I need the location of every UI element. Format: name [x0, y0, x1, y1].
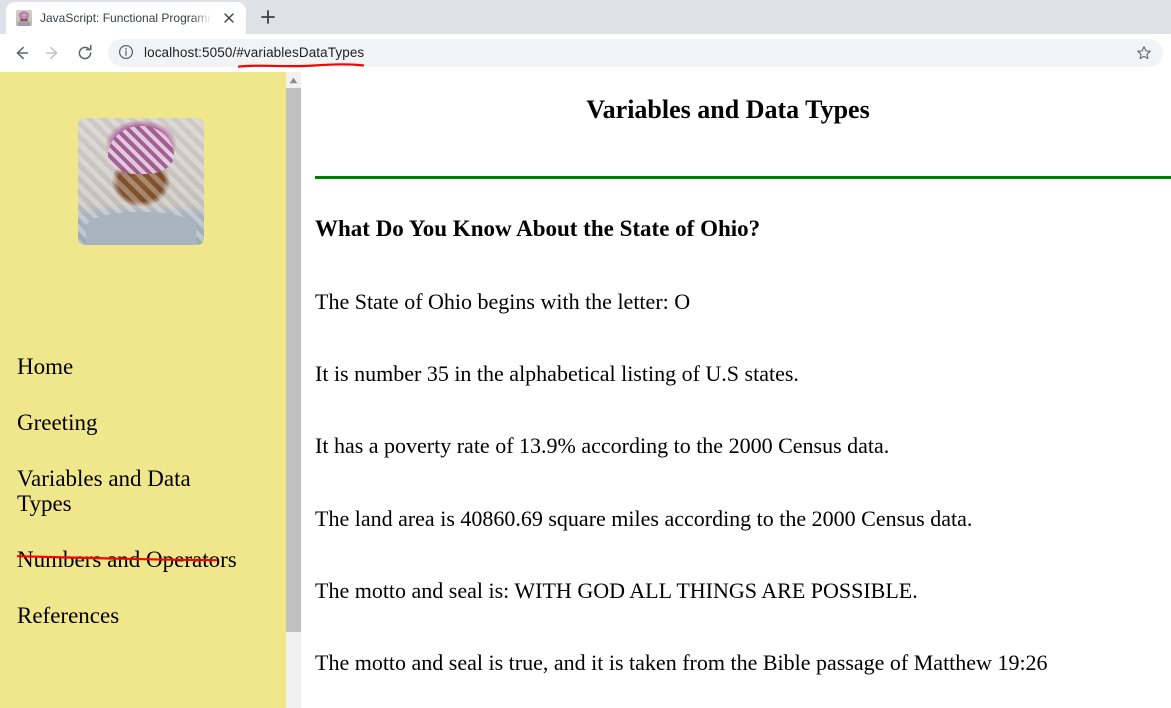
info-circle-icon[interactable] — [118, 44, 136, 62]
close-icon[interactable] — [220, 9, 238, 27]
scroll-up-arrow-icon[interactable] — [286, 72, 301, 88]
paragraph: The motto and seal is: WITH GOD ALL THIN… — [315, 577, 918, 603]
sidebar-item-variables-and-data-types[interactable]: Variables and Data Types — [17, 466, 222, 518]
forward-button[interactable] — [38, 38, 68, 68]
sidebar-item-references[interactable]: References — [17, 603, 119, 629]
avatar — [78, 118, 204, 245]
sidebar-item-numbers-and-operators[interactable]: Numbers and Operators — [17, 547, 237, 573]
paragraph: It has a poverty rate of 13.9% according… — [315, 433, 890, 459]
sidebar-nav: Home Greeting Variables and Data Types N… — [17, 354, 272, 659]
star-outline-icon[interactable] — [1131, 40, 1157, 66]
page-viewport: Home Greeting Variables and Data Types N… — [0, 72, 1171, 708]
tab-strip: JavaScript: Functional Programmi — [0, 0, 1171, 34]
new-tab-button[interactable] — [254, 3, 282, 31]
page-title: Variables and Data Types — [586, 95, 870, 124]
scrollbar-thumb[interactable] — [286, 88, 301, 632]
paragraph: It is number 35 in the alphabetical list… — [315, 361, 799, 387]
sidebar-scrollbar[interactable] — [286, 72, 301, 708]
paragraph: The motto and seal is true, and it is ta… — [315, 649, 1048, 675]
sidebar-item-greeting[interactable]: Greeting — [17, 410, 97, 436]
address-bar[interactable]: localhost:5050/#variablesDataTypes — [108, 38, 1163, 67]
paragraph: The land area is 40860.69 square miles a… — [315, 505, 973, 531]
section-heading: What Do You Know About the State of Ohio… — [315, 216, 761, 241]
profile-photo — [78, 118, 204, 245]
paragraph: The State of Ohio begins with the letter… — [315, 289, 691, 314]
green-divider — [315, 176, 1171, 179]
browser-tab-active[interactable]: JavaScript: Functional Programmi — [6, 2, 246, 34]
portrait-favicon-icon — [16, 10, 32, 26]
main-content: Variables and Data Types What Do You Kno… — [301, 72, 1171, 708]
tab-title: JavaScript: Functional Programmi — [40, 11, 212, 25]
browser-window: JavaScript: Functional Programmi localho… — [0, 0, 1171, 708]
back-button[interactable] — [6, 38, 36, 68]
browser-toolbar: localhost:5050/#variablesDataTypes — [0, 34, 1171, 72]
reload-button[interactable] — [70, 38, 100, 68]
address-bar-url: localhost:5050/#variablesDataTypes — [144, 45, 365, 60]
sidebar: Home Greeting Variables and Data Types N… — [0, 72, 286, 708]
sidebar-item-home[interactable]: Home — [17, 354, 73, 380]
